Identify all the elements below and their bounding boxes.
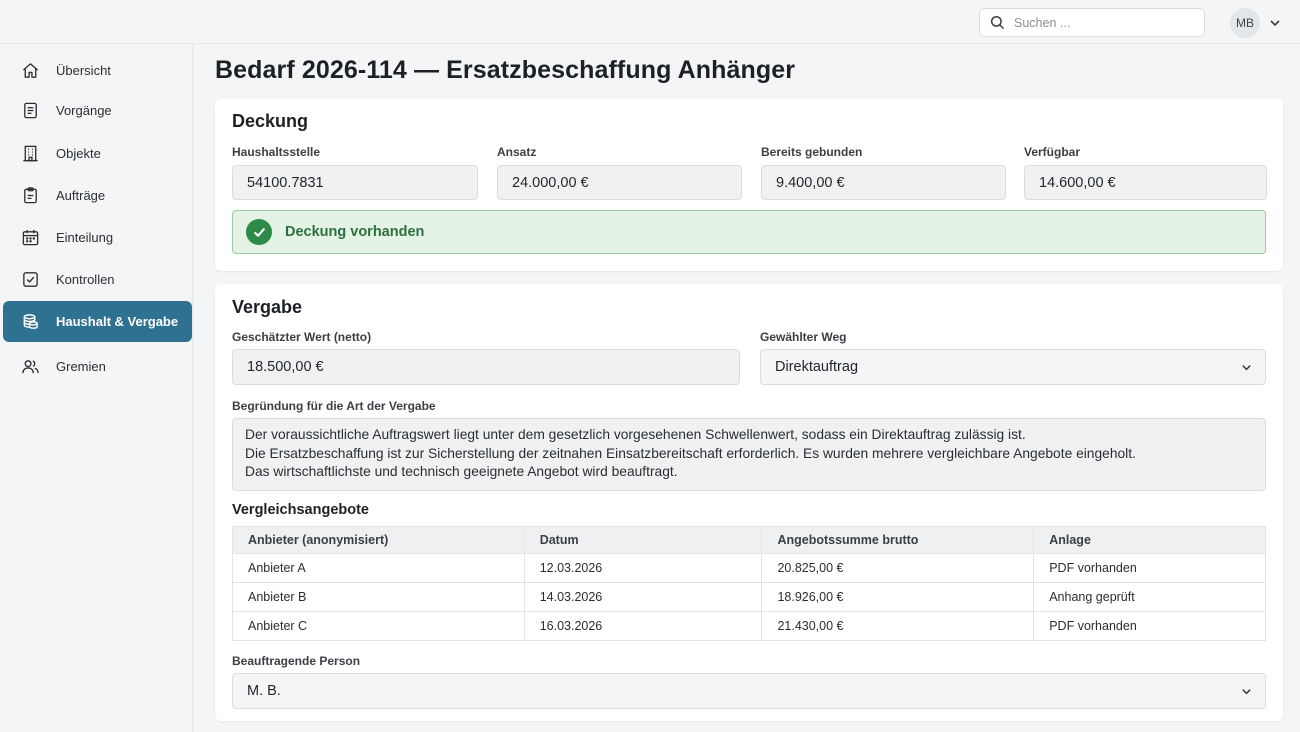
sidebar-item-label: Vorgänge bbox=[56, 103, 112, 118]
beauftragende-person-select[interactable]: M. B. bbox=[232, 673, 1266, 709]
begruendung-textarea[interactable]: Der voraussichtliche Auftragswert liegt … bbox=[232, 418, 1266, 491]
table-header-row: Anbieter (anonymisiert) Datum Angebotssu… bbox=[232, 526, 1266, 554]
geschaetzter-wert-field[interactable]: 18.500,00 € bbox=[232, 349, 740, 385]
table-row[interactable]: Anbieter B 14.03.2026 18.926,00 € Anhang… bbox=[232, 582, 1266, 612]
sidebar-item-label: Aufträge bbox=[56, 188, 106, 203]
vergabe-card: Vergabe Geschätzter Wert (netto) 18.500,… bbox=[215, 284, 1283, 721]
sidebar-item-label: Kontrollen bbox=[56, 272, 115, 287]
top-bar: MB bbox=[0, 0, 1300, 44]
table-cell: 21.430,00 € bbox=[761, 611, 1035, 641]
table-cell: Anbieter A bbox=[232, 553, 525, 583]
bereits-gebunden-field[interactable]: 9.400,00 € bbox=[761, 165, 1006, 200]
beauftragende-person-value: M. B. bbox=[247, 683, 281, 699]
column-header: Datum bbox=[523, 526, 763, 554]
search-input[interactable] bbox=[1014, 15, 1184, 30]
table-cell: PDF vorhanden bbox=[1033, 611, 1266, 641]
table-row[interactable]: Anbieter C 16.03.2026 21.430,00 € PDF vo… bbox=[232, 611, 1266, 641]
haushaltsstelle-field[interactable]: 54100.7831 bbox=[232, 165, 478, 200]
chevron-down-icon[interactable] bbox=[1268, 16, 1282, 30]
table-cell: 20.825,00 € bbox=[761, 553, 1035, 583]
deckung-title: Deckung bbox=[232, 111, 309, 131]
beauftragende-person-label: Beauftragende Person bbox=[232, 654, 361, 668]
chevron-down-icon bbox=[1242, 689, 1251, 695]
building-icon bbox=[23, 145, 38, 162]
deckung-card: Deckung Haushaltsstelle 54100.7831 Ansat… bbox=[215, 99, 1283, 271]
table-cell: PDF vorhanden bbox=[1033, 553, 1266, 583]
ansatz-label: Ansatz bbox=[497, 145, 537, 159]
table-cell: 12.03.2026 bbox=[523, 553, 763, 583]
table-row[interactable]: Anbieter A 12.03.2026 20.825,00 € PDF vo… bbox=[232, 553, 1266, 583]
chevron-down-icon bbox=[1242, 365, 1251, 371]
column-header: Angebotssumme brutto bbox=[761, 526, 1035, 554]
column-header: Anbieter (anonymisiert) bbox=[232, 526, 525, 554]
column-header: Anlage bbox=[1033, 526, 1266, 554]
sidebar-item-auftraege[interactable]: Aufträge bbox=[3, 175, 192, 216]
sidebar-item-label: Haushalt & Vergabe bbox=[56, 314, 179, 329]
sidebar-item-kontrollen[interactable]: Kontrollen bbox=[3, 259, 192, 300]
home-icon bbox=[22, 63, 39, 78]
table-cell: Anbieter B bbox=[232, 582, 525, 612]
bereits-gebunden-label: Bereits gebunden bbox=[761, 145, 863, 159]
sidebar-item-label: Übersicht bbox=[56, 63, 111, 78]
offers-table: Anbieter (anonymisiert) Datum Angebotssu… bbox=[232, 526, 1266, 641]
sidebar-item-label: Einteilung bbox=[56, 230, 114, 245]
gewaehlter-weg-select[interactable]: Direktauftrag bbox=[760, 349, 1266, 385]
sidebar: Übersicht Vorgänge Objekte Aufträge Eint… bbox=[0, 44, 193, 732]
page-title: Bedarf 2026-114 — Ersatzbeschaffung Anhä… bbox=[215, 56, 796, 84]
checkbox-icon bbox=[23, 272, 38, 287]
begruendung-label: Begründung für die Art der Vergabe bbox=[232, 399, 436, 413]
begruendung-line: Das wirtschaftlichste und technisch geei… bbox=[245, 464, 678, 479]
sidebar-item-label: Objekte bbox=[56, 146, 101, 161]
search-icon bbox=[990, 15, 1005, 30]
sidebar-item-label: Gremien bbox=[56, 359, 106, 374]
search-box[interactable] bbox=[979, 8, 1205, 37]
clipboard-icon bbox=[24, 187, 37, 204]
table-cell: Anbieter C bbox=[232, 611, 525, 641]
user-avatar[interactable]: MB bbox=[1230, 8, 1260, 38]
table-cell: Anhang geprüft bbox=[1033, 582, 1266, 612]
sidebar-item-vorgaenge[interactable]: Vorgänge bbox=[3, 90, 192, 131]
sidebar-item-haushalt-vergabe[interactable]: Haushalt & Vergabe bbox=[3, 301, 192, 342]
geschaetzter-wert-label: Geschätzter Wert (netto) bbox=[232, 330, 372, 344]
verfuegbar-field[interactable]: 14.600,00 € bbox=[1024, 165, 1267, 200]
sidebar-item-objekte[interactable]: Objekte bbox=[3, 133, 192, 174]
vergleichsangebote-title: Vergleichsangebote bbox=[232, 502, 369, 518]
gewaehlter-weg-value: Direktauftrag bbox=[775, 359, 859, 375]
gewaehlter-weg-label: Gewählter Weg bbox=[760, 330, 847, 344]
calendar-icon bbox=[22, 229, 39, 246]
sidebar-item-gremien[interactable]: Gremien bbox=[3, 346, 192, 387]
table-cell: 18.926,00 € bbox=[761, 582, 1035, 612]
table-cell: 16.03.2026 bbox=[523, 611, 763, 641]
table-cell: 14.03.2026 bbox=[523, 582, 763, 612]
begruendung-line: Die Ersatzbeschaffung ist zur Sicherstel… bbox=[245, 445, 1136, 461]
coins-icon bbox=[23, 314, 38, 329]
begruendung-line: Der voraussichtliche Auftragswert liegt … bbox=[245, 427, 1026, 442]
vergabe-title: Vergabe bbox=[232, 297, 303, 317]
users-icon bbox=[22, 360, 39, 374]
haushaltsstelle-label: Haushaltsstelle bbox=[232, 145, 321, 159]
check-circle-icon bbox=[246, 219, 272, 245]
deckung-status-text: Deckung vorhanden bbox=[285, 224, 425, 240]
sidebar-item-uebersicht[interactable]: Übersicht bbox=[3, 50, 192, 91]
sidebar-item-einteilung[interactable]: Einteilung bbox=[3, 217, 192, 258]
verfuegbar-label: Verfügbar bbox=[1024, 145, 1081, 159]
deckung-status-banner: Deckung vorhanden bbox=[232, 210, 1266, 254]
ansatz-field[interactable]: 24.000,00 € bbox=[497, 165, 742, 200]
document-icon bbox=[24, 102, 37, 119]
